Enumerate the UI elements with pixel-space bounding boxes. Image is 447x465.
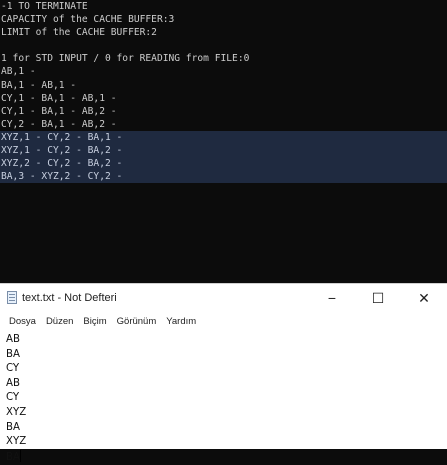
window-title: text.txt - Not Defteri bbox=[22, 292, 117, 304]
text-editor[interactable]: AB BA CY AB CY XYZ BA XYZ BA bbox=[0, 330, 447, 464]
notepad-window: text.txt - Not Defteri − ☐ ✕ Dosya Düzen… bbox=[0, 283, 447, 463]
menu-file[interactable]: Dosya bbox=[4, 316, 41, 327]
editor-line: XYZ bbox=[6, 406, 27, 418]
editor-line: CY bbox=[6, 363, 20, 375]
menu-format[interactable]: Biçim bbox=[78, 316, 111, 327]
editor-line-current: BA bbox=[6, 449, 447, 465]
console-line: BA,3 - XYZ,2 - CY,2 - bbox=[0, 170, 447, 184]
last-line-text: BA bbox=[6, 451, 20, 463]
menu-edit[interactable]: Düzen bbox=[41, 316, 78, 327]
editor-line: AB bbox=[6, 334, 20, 345]
console-line: XYZ,1 - CY,2 - BA,1 - bbox=[0, 130, 447, 145]
maximize-button[interactable]: ☐ bbox=[355, 284, 401, 312]
console-line: CAPACITY of the CACHE BUFFER:3 bbox=[1, 14, 175, 26]
console-line: BA,1 - AB,1 - bbox=[1, 79, 77, 91]
console-window: -1 TO TERMINATE CAPACITY of the CACHE BU… bbox=[0, 0, 447, 283]
console-line: CY,1 - BA,1 - AB,2 - bbox=[1, 105, 117, 117]
console-line: CY,2 - BA,1 - AB,2 - bbox=[1, 118, 117, 130]
editor-line: AB bbox=[6, 377, 20, 389]
console-line: XYZ,1 - CY,2 - BA,2 - bbox=[0, 144, 447, 158]
editor-line: BA bbox=[6, 348, 20, 360]
close-button[interactable]: ✕ bbox=[401, 284, 447, 312]
editor-line: BA bbox=[6, 421, 20, 433]
console-line: XYZ,2 - CY,2 - BA,2 - bbox=[0, 157, 447, 171]
menu-bar: Dosya Düzen Biçim Görünüm Yardım bbox=[0, 312, 447, 330]
text-caret bbox=[19, 449, 21, 462]
console-line: LIMIT of the CACHE BUFFER:2 bbox=[1, 27, 157, 39]
console-line: 1 for STD INPUT / 0 for READING from FIL… bbox=[1, 53, 250, 65]
notepad-icon bbox=[6, 291, 18, 305]
console-line: AB,1 - bbox=[1, 66, 36, 78]
console-line: CY,1 - BA,1 - AB,1 - bbox=[1, 92, 117, 104]
console-line: -1 TO TERMINATE bbox=[1, 1, 88, 12]
minimize-button[interactable]: − bbox=[309, 284, 355, 312]
menu-view[interactable]: Görünüm bbox=[112, 316, 162, 327]
menu-help[interactable]: Yardım bbox=[161, 316, 201, 327]
editor-line: CY bbox=[6, 392, 20, 404]
title-bar[interactable]: text.txt - Not Defteri − ☐ ✕ bbox=[0, 284, 447, 312]
